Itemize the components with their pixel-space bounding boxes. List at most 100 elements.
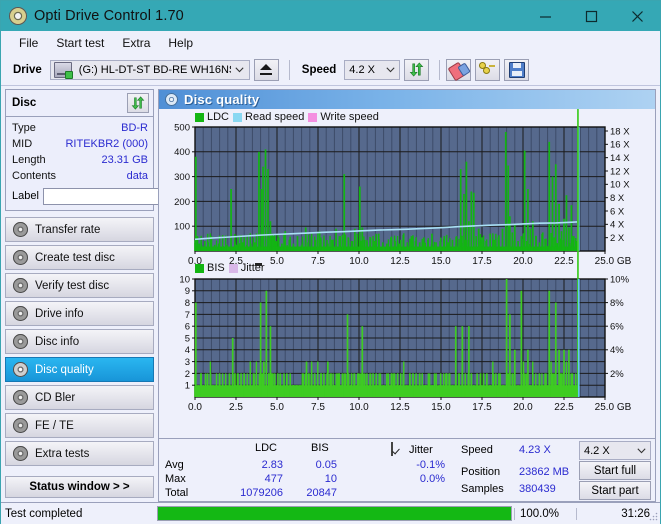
svg-text:15.0: 15.0	[431, 402, 451, 413]
menu-item-file[interactable]: File	[10, 34, 47, 52]
svg-text:5.0: 5.0	[270, 402, 284, 413]
disc-row-key: Length	[12, 154, 46, 166]
svg-text:400: 400	[174, 147, 190, 158]
eject-icon	[260, 64, 273, 75]
svg-text:2.5: 2.5	[229, 402, 243, 413]
stats-ldc-max: 477	[264, 473, 283, 485]
disc-properties: Type BD-R MID RITEKBR2 (000) Length 23.3…	[6, 117, 245, 210]
svg-text:6 X: 6 X	[610, 206, 625, 217]
resize-grip-icon[interactable]	[648, 511, 658, 521]
stats-row-total: Total	[165, 487, 189, 499]
window-controls	[522, 1, 660, 31]
title-bar: Opti Drive Control 1.70	[1, 1, 660, 31]
svg-text:10%: 10%	[610, 274, 630, 285]
floppy-save-icon	[508, 61, 525, 78]
toolbar-divider-2	[439, 59, 441, 80]
sidebar-item-create-test-disc[interactable]: Create test disc	[5, 245, 154, 270]
svg-text:4%: 4%	[610, 345, 624, 356]
progress-fill	[158, 507, 511, 520]
close-icon[interactable]	[614, 1, 660, 31]
sidebar-item-label: FE / TE	[35, 419, 74, 432]
sidebar-item-verify-test-disc[interactable]: Verify test disc	[5, 273, 154, 298]
chevron-down-icon	[231, 66, 249, 73]
disc-row-value: data	[126, 170, 148, 182]
jitter-avg: -0.1%	[416, 459, 445, 471]
save-button[interactable]	[504, 58, 530, 81]
disc-label-row: Label	[12, 186, 245, 206]
window-title: Opti Drive Control 1.70	[34, 8, 184, 24]
stats-header-bis: BIS	[311, 442, 329, 454]
drive-select[interactable]: (G:) HL-DT-ST BD-RE WH16NS48 1.D3	[49, 59, 250, 80]
sidebar-item-disc-quality[interactable]: Disc quality	[5, 357, 154, 382]
start-part-button[interactable]: Start part	[579, 481, 651, 500]
menu-item-help[interactable]: Help	[159, 34, 202, 52]
sidebar-item-extra-tests[interactable]: Extra tests	[5, 441, 154, 466]
disc-row-length: Length 23.31 GB	[12, 152, 148, 168]
svg-text:25.0 GB: 25.0 GB	[595, 256, 632, 267]
svg-text:7.5: 7.5	[311, 256, 325, 267]
menu-bar: File Start test Extra Help	[1, 31, 660, 54]
svg-text:10: 10	[179, 274, 190, 285]
jitter-checkbox[interactable]	[391, 442, 393, 456]
stats-row-max: Max	[165, 473, 186, 485]
svg-text:2 X: 2 X	[610, 233, 625, 244]
stats-ldc-avg: 2.83	[261, 459, 283, 471]
svg-text:10.0: 10.0	[349, 402, 369, 413]
refresh-button[interactable]	[404, 58, 430, 81]
sidebar-item-label: Create test disc	[35, 251, 115, 264]
sidebar-item-disc-info[interactable]: Disc info	[5, 329, 154, 354]
menu-item-extra[interactable]: Extra	[113, 34, 159, 52]
disc-icon	[13, 222, 28, 237]
sidebar-item-label: Transfer rate	[35, 223, 101, 236]
svg-text:0.0: 0.0	[188, 402, 202, 413]
position-label: Position	[461, 466, 501, 478]
sidebar-item-drive-info[interactable]: Drive info	[5, 301, 154, 326]
disc-row-value: RITEKBR2 (000)	[65, 138, 148, 150]
keys-button[interactable]	[475, 58, 501, 81]
erase-button[interactable]	[446, 58, 472, 81]
position-value: 23862 MB	[519, 466, 570, 478]
svg-text:20.0: 20.0	[513, 402, 533, 413]
disc-panel-header: Disc	[6, 90, 153, 117]
progress-bar	[157, 506, 512, 521]
sidebar-item-fe-te[interactable]: FE / TE	[5, 413, 154, 438]
svg-text:22.5: 22.5	[554, 402, 574, 413]
sidebar-item-cd-bler[interactable]: CD Bler	[5, 385, 154, 410]
disc-icon	[9, 7, 27, 25]
disc-icon	[13, 418, 28, 433]
menu-item-start-test[interactable]: Start test	[47, 34, 113, 52]
speed-select-value: 4.2 X	[349, 63, 375, 76]
start-full-button[interactable]: Start full	[579, 461, 651, 480]
stats-bis-max: 10	[324, 473, 337, 485]
speed-select[interactable]: 4.2 X	[344, 59, 401, 80]
sidebar-item-transfer-rate[interactable]: Transfer rate	[5, 217, 154, 242]
eject-button[interactable]	[253, 58, 279, 81]
svg-text:17.5: 17.5	[472, 256, 492, 267]
disc-row-type: Type BD-R	[12, 120, 148, 136]
eraser-icon	[447, 59, 472, 81]
svg-text:4 X: 4 X	[610, 220, 625, 231]
svg-text:2.5: 2.5	[229, 256, 243, 267]
stats-row-avg: Avg	[165, 459, 184, 471]
app-window: Opti Drive Control 1.70 File Start test …	[0, 0, 661, 524]
disc-icon	[13, 334, 28, 349]
main-panel: Disc quality LDC Read speed Write speed …	[158, 89, 656, 502]
svg-text:2%: 2%	[610, 369, 624, 380]
svg-text:1: 1	[185, 381, 190, 392]
chevron-down-icon	[381, 66, 399, 73]
svg-text:18 X: 18 X	[610, 126, 630, 137]
status-window-button[interactable]: Status window > >	[5, 476, 154, 498]
refresh-icon	[409, 62, 424, 77]
svg-text:3: 3	[185, 357, 190, 368]
svg-text:12.5: 12.5	[390, 402, 410, 413]
jitter-label: Jitter	[409, 444, 433, 456]
minimize-icon[interactable]	[522, 1, 568, 31]
test-speed-select[interactable]: 4.2 X	[579, 441, 651, 460]
disc-refresh-button[interactable]	[127, 93, 149, 113]
sidebar-item-label: Disc info	[35, 335, 80, 348]
svg-text:0.0: 0.0	[188, 256, 202, 267]
svg-text:7.5: 7.5	[311, 402, 325, 413]
maximize-icon[interactable]	[568, 1, 614, 31]
svg-text:8%: 8%	[610, 298, 624, 309]
